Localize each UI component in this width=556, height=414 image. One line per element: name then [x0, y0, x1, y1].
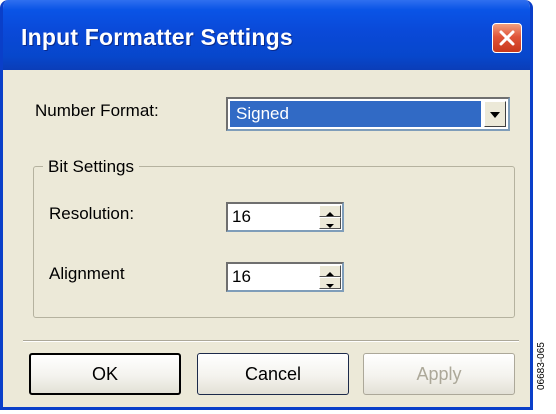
bit-settings-group: [33, 166, 515, 318]
alignment-label: Alignment: [49, 264, 125, 283]
ok-button[interactable]: OK: [29, 353, 181, 395]
resolution-spin-buttons: [319, 205, 341, 229]
resolution-increment-button[interactable]: [319, 205, 341, 217]
figure-id: 06683-065: [536, 342, 547, 390]
resolution-decrement-button[interactable]: [319, 217, 341, 229]
number-format-label: Number Format:: [35, 101, 159, 120]
resolution-spinner[interactable]: [226, 202, 344, 232]
spin-down-icon: [326, 224, 334, 228]
cancel-button[interactable]: Cancel: [197, 353, 349, 395]
alignment-decrement-button[interactable]: [319, 277, 341, 289]
apply-button[interactable]: Apply: [363, 353, 515, 395]
number-format-dropdown-button[interactable]: [484, 101, 506, 127]
bit-settings-title: Bit Settings: [43, 157, 139, 177]
alignment-input[interactable]: [232, 264, 312, 290]
resolution-label: Resolution:: [49, 204, 135, 223]
alignment-increment-button[interactable]: [319, 265, 341, 277]
alignment-spin-buttons: [319, 265, 341, 289]
window-title: Input Formatter Settings: [21, 24, 293, 50]
number-format-select[interactable]: Signed: [226, 97, 510, 131]
chevron-down-icon: [490, 112, 500, 118]
alignment-spinner[interactable]: [226, 262, 344, 292]
dialog-window: Input Formatter Settings Number Format: …: [0, 0, 533, 410]
button-separator: [23, 340, 519, 342]
close-button[interactable]: [492, 23, 522, 53]
number-format-value: Signed: [230, 101, 481, 127]
title-bar[interactable]: Input Formatter Settings: [3, 0, 530, 70]
resolution-input[interactable]: [232, 204, 312, 230]
close-icon: [499, 30, 515, 46]
spin-down-icon: [326, 284, 334, 288]
